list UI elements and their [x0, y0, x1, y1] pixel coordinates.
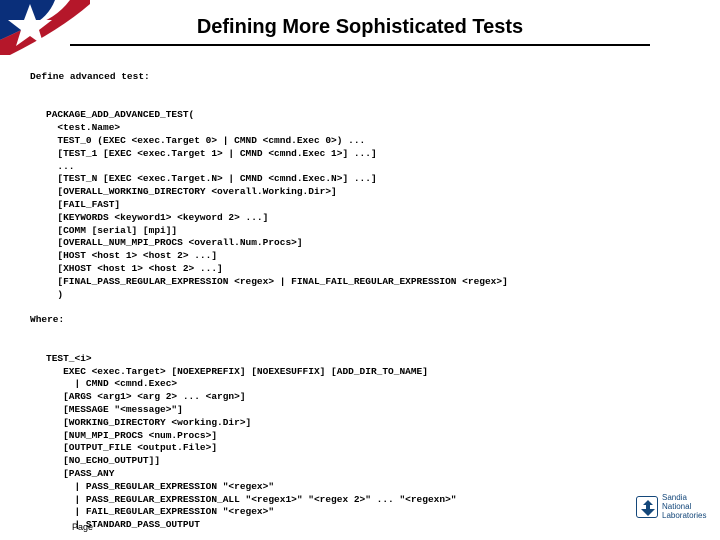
title-rule: [70, 44, 650, 46]
code-line: [TEST_N [EXEC <exec.Target.N> | CMND <cm…: [46, 173, 377, 184]
code-line: TEST_<i>: [46, 353, 92, 364]
code-line: TEST_0 (EXEC <exec.Target 0> | CMND <cmn…: [46, 135, 365, 146]
code-line: EXEC <exec.Target> [NOEXEPREFIX] [NOEXES…: [46, 366, 428, 377]
code-line: [KEYWORDS <keyword1> <keyword 2> ...]: [46, 212, 268, 223]
page-number-label: Page: [72, 522, 93, 532]
code-line: PACKAGE_ADD_ADVANCED_TEST(: [46, 109, 194, 120]
syntax-block-2: TEST_<i> EXEC <exec.Target> [NOEXEPREFIX…: [46, 340, 690, 532]
code-line: | STANDARD_PASS_OUTPUT: [46, 519, 200, 530]
code-line: [WORKING_DIRECTORY <working.Dir>]: [46, 417, 251, 428]
code-line: | PASS_REGULAR_EXPRESSION "<regex>": [46, 481, 274, 492]
code-line: ...: [46, 161, 75, 172]
code-line: | FAIL_REGULAR_EXPRESSION "<regex>": [46, 506, 274, 517]
code-line: | PASS_REGULAR_EXPRESSION_ALL "<regex1>"…: [46, 494, 456, 505]
content-area: Define advanced test: PACKAGE_ADD_ADVANC…: [30, 58, 690, 532]
code-line: [OVERALL_WORKING_DIRECTORY <overall.Work…: [46, 186, 337, 197]
code-line: | CMND <cmnd.Exec>: [46, 378, 177, 389]
page-title: Defining More Sophisticated Tests: [0, 16, 720, 39]
footer-text-3: Laboratories: [662, 512, 706, 521]
where-label: Where:: [30, 314, 64, 325]
thunderbird-icon: [636, 496, 658, 518]
code-line: [HOST <host 1> <host 2> ...]: [46, 250, 217, 261]
code-line: [OUTPUT_FILE <output.File>]: [46, 442, 217, 453]
code-line: [TEST_1 [EXEC <exec.Target 1> | CMND <cm…: [46, 148, 377, 159]
code-line: [FAIL_FAST]: [46, 199, 120, 210]
code-line: [NO_ECHO_OUTPUT]]: [46, 455, 160, 466]
code-line: [NUM_MPI_PROCS <num.Procs>]: [46, 430, 217, 441]
code-line: [OVERALL_NUM_MPI_PROCS <overall.Num.Proc…: [46, 237, 303, 248]
intro-label: Define advanced test:: [30, 71, 150, 82]
code-line: [MESSAGE "<message>"]: [46, 404, 183, 415]
code-line: ): [46, 289, 63, 300]
code-line: [COMM [serial] [mpi]]: [46, 225, 177, 236]
code-line: [FINAL_PASS_REGULAR_EXPRESSION <regex> |…: [46, 276, 508, 287]
code-line: <test.Name>: [46, 122, 120, 133]
sandia-logo: Sandia National Laboratories: [636, 490, 706, 530]
code-line: [PASS_ANY: [46, 468, 114, 479]
code-line: [ARGS <arg1> <arg 2> ... <argn>]: [46, 391, 246, 402]
syntax-block-1: PACKAGE_ADD_ADVANCED_TEST( <test.Name> T…: [46, 96, 690, 301]
code-line: [XHOST <host 1> <host 2> ...]: [46, 263, 223, 274]
